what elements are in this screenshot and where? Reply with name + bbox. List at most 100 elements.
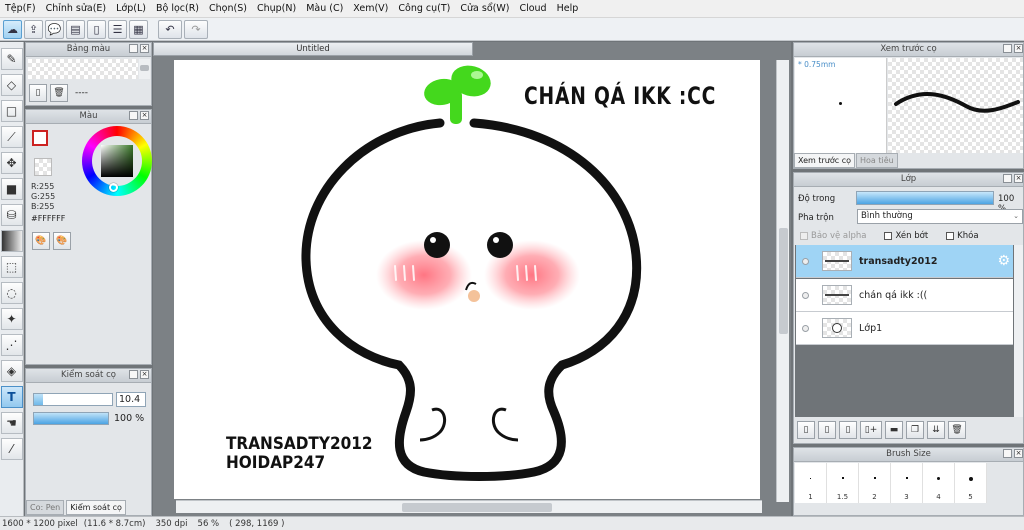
menu-select[interactable]: Chọn(S) <box>204 3 252 14</box>
menu-tools[interactable]: Công cụ(T) <box>393 3 455 14</box>
vertical-scroll-thumb[interactable] <box>779 228 788 334</box>
layer-scrollbar[interactable] <box>1014 245 1023 417</box>
vertical-scrollbar[interactable] <box>776 60 789 502</box>
hand-icon[interactable]: ☚ <box>0 412 23 434</box>
bucket-icon[interactable]: ⛁ <box>0 204 23 226</box>
brush-icon[interactable]: ✎ <box>0 48 23 70</box>
menu-window[interactable]: Cửa sổ(W) <box>455 3 514 14</box>
float-icon[interactable] <box>1003 44 1012 53</box>
menu-help[interactable]: Help <box>552 3 584 14</box>
menu-capture[interactable]: Chụp(N) <box>252 3 301 14</box>
layer-row[interactable]: Lớp1 <box>796 312 1013 345</box>
palette-scroll[interactable] <box>139 59 150 79</box>
grid-icon[interactable]: ▦ <box>129 19 148 39</box>
cloud-icon[interactable]: ☁ <box>3 19 22 39</box>
tab-brush-preview[interactable]: Xem trước cọ <box>794 153 856 168</box>
horizontal-scrollbar[interactable] <box>176 500 762 513</box>
gradient-icon[interactable] <box>0 230 23 252</box>
float-icon[interactable] <box>1003 174 1012 183</box>
close-icon[interactable]: × <box>140 370 149 379</box>
new-layer-icon[interactable]: ▯ <box>839 421 857 439</box>
folder-icon[interactable]: ▬ <box>885 421 903 439</box>
brush-size-option[interactable]: 1.5 <box>827 463 859 503</box>
layout-icon[interactable]: ☰ <box>108 19 127 39</box>
tab-brush-pen[interactable]: Co: Pen <box>26 500 65 515</box>
select-rect-icon[interactable]: ⬚ <box>0 256 23 278</box>
menu-filter[interactable]: Bộ lọc(R) <box>151 3 204 14</box>
gallery-icon[interactable]: ▤ <box>66 19 85 39</box>
select-pen-icon[interactable]: ⋰ <box>0 334 23 356</box>
menu-layer[interactable]: Lớp(L) <box>111 3 151 14</box>
undo-icon[interactable]: ↶ <box>158 19 182 39</box>
visibility-icon[interactable] <box>796 257 814 265</box>
color-wheel[interactable] <box>82 126 152 196</box>
gear-icon[interactable]: ⚙ <box>997 253 1010 269</box>
palette-swatches[interactable] <box>28 59 138 79</box>
fill-shape-icon[interactable]: ■ <box>0 178 23 200</box>
tab-navigator[interactable]: Hoa tiêu <box>856 153 898 168</box>
redo-icon[interactable]: ↷ <box>184 19 208 39</box>
close-icon[interactable]: × <box>1014 449 1023 458</box>
text-icon[interactable]: T <box>0 386 23 408</box>
float-icon[interactable] <box>1003 449 1012 458</box>
page-icon[interactable]: ▯ <box>87 19 106 39</box>
menu-color[interactable]: Màu (C) <box>301 3 348 14</box>
menu-edit[interactable]: Chỉnh sửa(E) <box>41 3 112 14</box>
layer-row[interactable]: chán qá ikk :(( <box>796 279 1013 312</box>
layer-opacity-slider[interactable] <box>856 191 994 205</box>
horizontal-scroll-thumb[interactable] <box>402 503 552 512</box>
visibility-icon[interactable] <box>796 324 814 332</box>
color-history-icon[interactable]: 🎨 <box>53 232 71 250</box>
move-icon[interactable]: ✥ <box>0 152 23 174</box>
float-icon[interactable] <box>129 370 138 379</box>
brush-size-option[interactable]: 1 <box>795 463 827 503</box>
drawing-canvas[interactable]: CHÁN QÁ IKK :CC TRANSADTY2012 HOIDAP247 <box>174 60 760 499</box>
brush-size-value[interactable]: 10.4 <box>116 392 146 407</box>
transparent-swatch[interactable] <box>34 158 52 176</box>
brush-size-option[interactable]: 2 <box>859 463 891 503</box>
delete-layer-icon[interactable]: 🗑 <box>948 421 966 439</box>
comment-icon[interactable]: 💬 <box>45 19 64 39</box>
duplicate-layer-icon[interactable]: ❐ <box>906 421 924 439</box>
eraser-icon[interactable]: ◇ <box>0 74 23 96</box>
menu-file[interactable]: Tệp(F) <box>0 3 41 14</box>
delete-palette-icon[interactable]: 🗑 <box>50 84 68 102</box>
float-icon[interactable] <box>129 44 138 53</box>
new-vector-layer-icon[interactable]: ▯ <box>818 421 836 439</box>
close-icon[interactable]: × <box>1014 174 1023 183</box>
lock-option[interactable]: Khóa <box>946 231 979 241</box>
layer-row[interactable]: transadty2012 ⚙ <box>796 245 1013 278</box>
protect-alpha-option[interactable]: Bảo vệ alpha <box>800 231 866 241</box>
select-eraser-icon[interactable]: ◈ <box>0 360 23 382</box>
document-tab[interactable]: Untitled <box>153 42 473 56</box>
add-layer-menu-icon[interactable]: ▯+ <box>860 421 882 439</box>
magic-wand-icon[interactable]: ✦ <box>0 308 23 330</box>
merge-layer-icon[interactable]: ⇊ <box>927 421 945 439</box>
menu-view[interactable]: Xem(V) <box>348 3 393 14</box>
tab-brush-control[interactable]: Kiểm soát cọ <box>66 500 126 515</box>
primary-color-swatch[interactable] <box>32 130 48 146</box>
brush-size-option[interactable]: 3 <box>891 463 923 503</box>
close-icon[interactable]: × <box>140 111 149 120</box>
export-icon[interactable]: ⇪ <box>24 19 43 39</box>
brush-opacity-slider[interactable] <box>33 412 109 425</box>
color-set-icon[interactable]: 🎨 <box>32 232 50 250</box>
close-icon[interactable]: × <box>1014 44 1023 53</box>
clipping-option[interactable]: Xén bớt <box>884 231 928 241</box>
line-icon[interactable]: ⟋ <box>0 126 23 148</box>
close-icon[interactable]: × <box>140 44 149 53</box>
brush-size-slider[interactable] <box>33 393 113 406</box>
rectangle-icon[interactable]: □ <box>0 100 23 122</box>
float-icon[interactable] <box>129 111 138 120</box>
color-square[interactable] <box>101 145 133 177</box>
blend-mode-select[interactable]: Bình thường ⌄ <box>857 209 1023 224</box>
new-raster-layer-icon[interactable]: ▯ <box>797 421 815 439</box>
visibility-icon[interactable] <box>796 291 814 299</box>
menu-cloud[interactable]: Cloud <box>514 3 551 14</box>
new-palette-icon[interactable]: ▯ <box>29 84 47 102</box>
brush-size-option[interactable]: 4 <box>923 463 955 503</box>
lasso-icon[interactable]: ◌ <box>0 282 23 304</box>
hue-marker[interactable] <box>109 183 118 192</box>
brush-size-option[interactable]: 5 <box>955 463 987 503</box>
eyedropper-icon[interactable]: ⁄ <box>0 438 23 460</box>
